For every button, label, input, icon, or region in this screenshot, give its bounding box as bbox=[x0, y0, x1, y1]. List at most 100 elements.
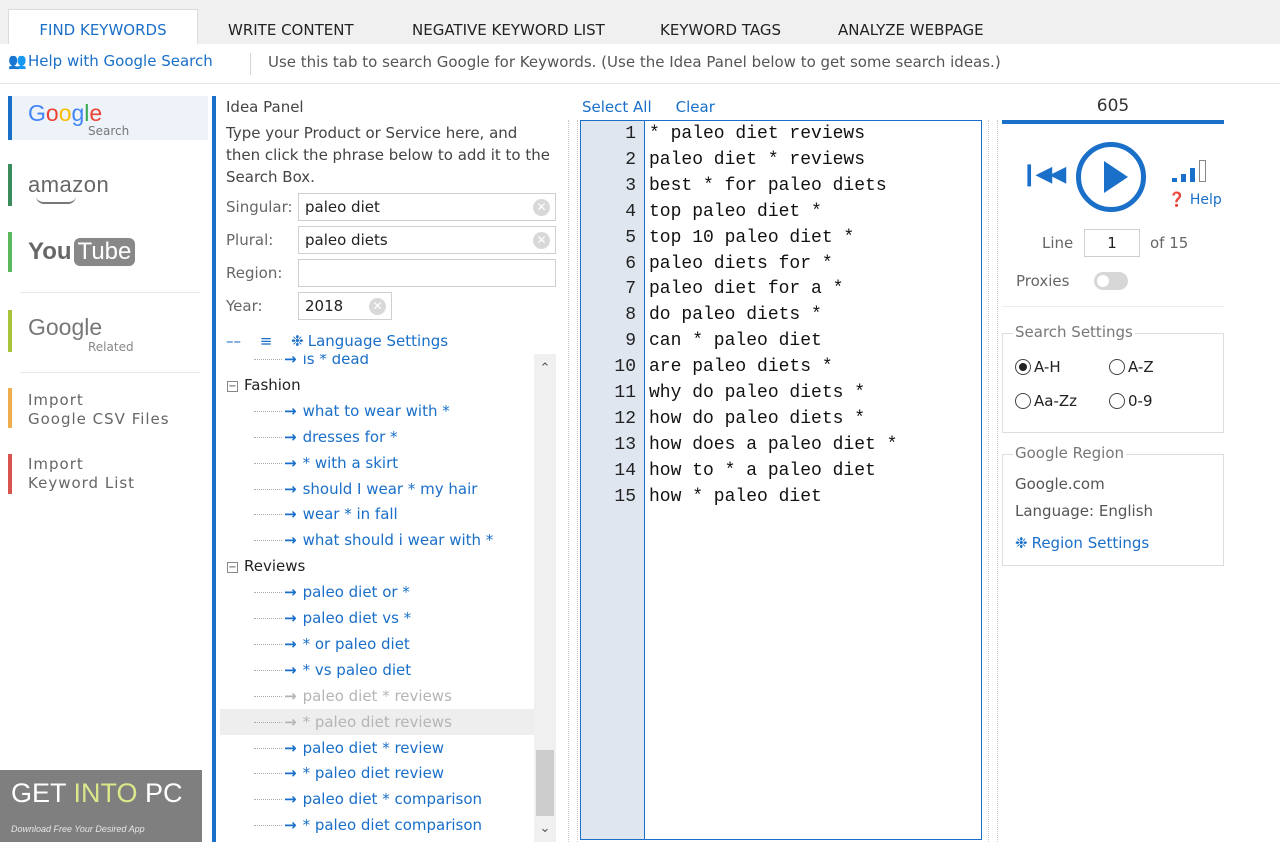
sort-option-0-9[interactable]: 0-9 bbox=[1109, 392, 1153, 410]
region-input[interactable] bbox=[298, 259, 556, 287]
scroll-down-icon[interactable]: ⌄ bbox=[534, 818, 556, 840]
sort-option-aa-zz[interactable]: Aa-Zz bbox=[1015, 392, 1077, 410]
tree-phrase[interactable]: → is * dead bbox=[220, 354, 534, 372]
clear-link[interactable]: Clear bbox=[676, 98, 715, 116]
divider bbox=[1002, 306, 1224, 307]
arrow-right-icon: → bbox=[284, 609, 297, 627]
keyword-editor[interactable]: 1 2 3 4 5 6 7 8 9 10 11 12 13 14 15 * paleo diet revie… bbox=[580, 120, 982, 840]
tree-phrase[interactable]: → what should i wear with * bbox=[220, 527, 534, 553]
nav-import-keyword-list[interactable]: Import Keyword List bbox=[8, 454, 208, 494]
tree-phrase[interactable]: → paleo diet vs * bbox=[220, 605, 534, 631]
tree-category[interactable]: − Reviews bbox=[220, 553, 534, 579]
scroll-thumb[interactable] bbox=[536, 750, 554, 816]
speed-signal-icon[interactable] bbox=[1170, 160, 1214, 182]
search-settings-title: Search Settings bbox=[1013, 323, 1135, 341]
line-number: 8 bbox=[625, 305, 636, 326]
keyword-line[interactable]: top paleo diet * bbox=[649, 202, 822, 222]
tree-label: wear * in fall bbox=[302, 505, 398, 524]
clear-singular-icon[interactable]: ✕ bbox=[533, 199, 550, 216]
nav-google-search[interactable]: Google Search bbox=[8, 96, 208, 140]
nav-indicator bbox=[8, 164, 12, 206]
splitter-handle[interactable] bbox=[988, 120, 998, 842]
proxies-toggle[interactable] bbox=[1094, 272, 1128, 290]
plural-input[interactable]: paleo diets ✕ bbox=[298, 226, 556, 254]
tab-negative-keyword-list[interactable]: NEGATIVE KEYWORD LIST bbox=[412, 10, 605, 44]
language-settings-link[interactable]: ❉ Language Settings bbox=[291, 332, 462, 350]
google-related-sub: Related bbox=[88, 340, 134, 354]
tab-find-keywords[interactable]: FIND KEYWORDS bbox=[8, 9, 198, 45]
tree-phrase[interactable]: → what to wear with * bbox=[220, 398, 534, 424]
scroll-up-icon[interactable]: ⌃ bbox=[534, 358, 556, 380]
divider bbox=[250, 53, 251, 75]
nav-google-related[interactable]: Google Related bbox=[8, 310, 208, 354]
tree-phrase[interactable]: → paleo diet * review bbox=[220, 735, 534, 761]
tree-phrase[interactable]: → * paleo diet reviews bbox=[220, 708, 534, 735]
keyword-line[interactable]: how do paleo diets * bbox=[649, 409, 865, 429]
help-link[interactable]: ❓ Help bbox=[1168, 192, 1222, 208]
line-number: 11 bbox=[614, 383, 636, 403]
keyword-line[interactable]: how does a paleo diet * bbox=[649, 435, 897, 455]
expand-all-icon[interactable]: ≡ bbox=[260, 332, 273, 350]
keyword-line[interactable]: are paleo diets * bbox=[649, 357, 833, 377]
keyword-line[interactable]: can * paleo diet bbox=[649, 331, 822, 351]
keyword-line[interactable]: paleo diet for a * bbox=[649, 279, 843, 299]
tab-keyword-tags[interactable]: KEYWORD TAGS bbox=[660, 10, 781, 44]
tree-phrase[interactable]: → dresses for * bbox=[220, 424, 534, 450]
select-all-link[interactable]: Select All bbox=[582, 98, 652, 116]
tree-label: Reviews bbox=[244, 557, 306, 576]
splitter-handle[interactable] bbox=[568, 120, 578, 842]
line-number-gutter: 1 2 3 4 5 6 7 8 9 10 11 12 13 14 15 bbox=[581, 121, 645, 839]
keyword-line[interactable]: how * paleo diet bbox=[649, 487, 822, 507]
sort-option-a-z[interactable]: A-Z bbox=[1109, 358, 1154, 376]
tree-category[interactable]: − Fashion bbox=[220, 372, 534, 398]
tab-analyze-webpage[interactable]: ANALYZE WEBPAGE bbox=[838, 10, 984, 44]
tree-phrase[interactable]: → paleo diet or * bbox=[220, 579, 534, 605]
keyword-line[interactable]: paleo diet * reviews bbox=[649, 150, 865, 170]
idea-panel-accent bbox=[212, 96, 216, 842]
nav-youtube[interactable]: You Tube bbox=[8, 232, 208, 272]
collapse-all-icon[interactable]: –– bbox=[226, 332, 241, 350]
tree-phrase[interactable]: → * paleo diet comparison bbox=[220, 812, 534, 838]
line-input[interactable]: 1 bbox=[1084, 229, 1140, 257]
tree-connector bbox=[254, 799, 282, 801]
region-settings-link[interactable]: ❉ Region Settings bbox=[1015, 534, 1149, 552]
keyword-line[interactable]: paleo diets for * bbox=[649, 254, 833, 274]
line-total: of 15 bbox=[1150, 234, 1189, 252]
year-input[interactable]: 2018 ✕ bbox=[298, 292, 392, 320]
signal-bar bbox=[1172, 178, 1177, 182]
clear-year-icon[interactable]: ✕ bbox=[369, 298, 386, 315]
tree-connector bbox=[254, 592, 282, 594]
tree-phrase[interactable]: → paleo diet * reviews bbox=[220, 683, 534, 709]
tree-scrollbar[interactable]: ⌃ ⌄ bbox=[534, 354, 556, 842]
help-hint-text: Use this tab to search Google for Keywor… bbox=[268, 53, 1001, 71]
control-panel: 605 ❙◀◀ ❓ Help Line 1 of 15 Proxies Sear… bbox=[1002, 92, 1224, 842]
tab-write-content[interactable]: WRITE CONTENT bbox=[228, 10, 354, 44]
tree-phrase[interactable]: → * vs paleo diet bbox=[220, 657, 534, 683]
tree-phrase[interactable]: → wear * in fall bbox=[220, 501, 534, 527]
tree-phrase[interactable]: → * or paleo diet bbox=[220, 631, 534, 657]
arrow-right-icon: → bbox=[284, 453, 297, 472]
tree-phrase[interactable]: → * with a skirt bbox=[220, 450, 534, 476]
nav-indicator bbox=[8, 232, 12, 272]
nav-amazon[interactable]: amazon bbox=[8, 164, 208, 206]
collapse-icon[interactable]: − bbox=[227, 380, 238, 392]
tree-phrase[interactable]: → should I wear * my hair bbox=[220, 476, 534, 502]
nav-import-csv[interactable]: Import Google CSV Files bbox=[8, 388, 208, 428]
keyword-line[interactable]: do paleo diets * bbox=[649, 305, 822, 325]
keyword-line[interactable]: best * for paleo diets bbox=[649, 176, 887, 196]
keyword-line[interactable]: top 10 paleo diet * bbox=[649, 228, 854, 248]
keyword-line[interactable]: * paleo diet reviews bbox=[649, 124, 865, 144]
singular-input[interactable]: paleo diet ✕ bbox=[298, 193, 556, 221]
keyword-line[interactable]: why do paleo diets * bbox=[649, 383, 865, 403]
tree-phrase[interactable]: → paleo diet * comparison bbox=[220, 786, 534, 812]
sort-option-a-h[interactable]: A-H bbox=[1015, 358, 1061, 376]
keyword-line[interactable]: how to * a paleo diet bbox=[649, 461, 876, 481]
line-number: 12 bbox=[614, 408, 636, 429]
radio-icon bbox=[1015, 393, 1031, 409]
tree-phrase[interactable]: → * paleo diet review bbox=[220, 760, 534, 786]
skip-back-icon[interactable]: ❙◀◀ bbox=[1020, 162, 1066, 187]
help-google-search-link[interactable]: 👥Help with Google Search bbox=[8, 52, 213, 70]
clear-plural-icon[interactable]: ✕ bbox=[533, 232, 550, 249]
collapse-icon[interactable]: − bbox=[227, 562, 238, 574]
play-button[interactable] bbox=[1076, 142, 1146, 212]
